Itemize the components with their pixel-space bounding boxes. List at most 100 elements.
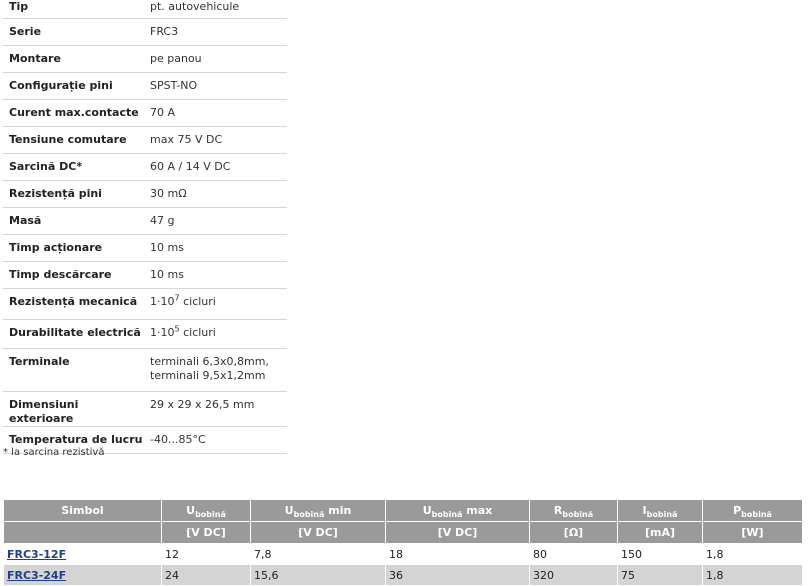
spec-value: SPST-NO (150, 79, 198, 92)
symbol-cell: FRC3-12F (3, 543, 162, 565)
specifications-table: Tip pt. autovehicule Serie FRC3 Montare … (3, 0, 287, 454)
header-label: U (422, 504, 432, 517)
models-units-row: [V DC] [V DC] [V DC] [Ω] [mA] [W] (3, 521, 803, 544)
unit-cell (3, 521, 162, 544)
spec-label: Dimensiuni exterioare (9, 398, 79, 425)
table-cell: 24 (161, 564, 251, 586)
unit-cell: [Ω] (529, 521, 618, 544)
unit-cell: [V DC] (385, 521, 530, 544)
spec-value-base: 1·10 (150, 295, 175, 308)
spec-row-pin-config: Configurație pini SPST-NO (3, 72, 287, 100)
spec-label: Rezistență mecanică (9, 295, 138, 308)
spec-value: pe panou (150, 52, 202, 65)
table-cell: 18 (385, 543, 530, 565)
header-coil-current: Ibobină (617, 499, 703, 522)
spec-label: Timp descărcare (9, 268, 112, 281)
table-cell: 75 (617, 564, 703, 586)
spec-value: -40...85°C (150, 433, 206, 446)
unit-cell: [mA] (617, 521, 703, 544)
spec-label: Sarcină DC* (9, 160, 83, 173)
models-header-row: Simbol Ubobină Ubobină min Ubobină max R… (3, 499, 803, 522)
header-sub: bobină (293, 510, 325, 520)
table-cell: 80 (529, 543, 618, 565)
spec-row-mounting: Montare pe panou (3, 45, 287, 73)
table-row: FRC3-24F 24 15,6 36 320 75 1,8 (3, 564, 803, 586)
header-coil-power: Pbobină (702, 499, 803, 522)
spec-value-line: terminali 9,5x1,2mm (150, 369, 266, 382)
table-cell: 320 (529, 564, 618, 586)
spec-label: Serie (9, 25, 42, 38)
header-label: Simbol (61, 504, 104, 517)
spec-label: Masă (9, 214, 42, 227)
table-cell: 1,8 (702, 564, 803, 586)
spec-label: Durabilitate electrică (9, 326, 141, 339)
spec-row-terminals: Terminale terminali 6,3x0,8mm, terminali … (3, 348, 287, 392)
spec-row-series: Serie FRC3 (3, 18, 287, 46)
header-coil-voltage: Ubobină (161, 499, 251, 522)
spec-row-switching-voltage: Tensiune comutare max 75 V DC (3, 126, 287, 154)
spec-value: 10 ms (150, 241, 184, 254)
header-coil-voltage-max: Ubobină max (385, 499, 530, 522)
spec-value: 29 x 29 x 26,5 mm (150, 398, 255, 411)
spec-value-line: terminali 6,3x0,8mm, (150, 355, 269, 368)
symbol-cell: FRC3-24F (3, 564, 162, 586)
unit-cell: [V DC] (161, 521, 251, 544)
header-sub: bobină (741, 510, 772, 520)
spec-row-electrical-endurance: Durabilitate electrică 1·105 cicluri (3, 319, 287, 349)
spec-value: FRC3 (150, 25, 179, 38)
header-symbol: Simbol (3, 499, 162, 522)
spec-label: Terminale (9, 355, 70, 368)
spec-value-base: 1·10 (150, 326, 175, 339)
spec-value: max 75 V DC (150, 133, 223, 146)
spec-value: 10 ms (150, 268, 184, 281)
header-suffix: max (462, 504, 493, 517)
table-cell: 150 (617, 543, 703, 565)
spec-label: Rezistență pini (9, 187, 102, 200)
spec-label: Tip (9, 0, 29, 13)
header-sub: bobină (562, 510, 594, 520)
spec-value: 60 A / 14 V DC (150, 160, 231, 173)
spec-label: Configurație pini (9, 79, 113, 92)
header-sub: bobină (646, 510, 678, 520)
spec-value: 47 g (150, 214, 175, 227)
header-sub: bobină (195, 510, 226, 520)
models-table: Simbol Ubobină Ubobină min Ubobină max R… (3, 499, 803, 586)
table-cell: 15,6 (250, 564, 386, 586)
spec-label: Timp acționare (9, 241, 103, 254)
spec-row-mechanical-endurance: Rezistență mecanică 1·107 cicluri (3, 288, 287, 320)
footnote: * la sarcina rezistivă (3, 447, 105, 458)
spec-row-dc-load: Sarcină DC* 60 A / 14 V DC (3, 153, 287, 181)
header-suffix: min (324, 504, 352, 517)
table-cell: 7,8 (250, 543, 386, 565)
spec-label: Curent max.contacte (9, 106, 139, 119)
spec-value: 70 A (150, 106, 176, 119)
unit-cell: [W] (702, 521, 803, 544)
spec-row-mass: Masă 47 g (3, 207, 287, 235)
header-label: U (186, 504, 196, 517)
header-label: P (733, 504, 742, 517)
header-sub: bobină (431, 510, 463, 520)
spec-value: 30 mΩ (150, 187, 187, 200)
spec-row-max-current: Curent max.contacte 70 A (3, 99, 287, 127)
table-cell: 12 (161, 543, 251, 565)
table-row: FRC3-12F 12 7,8 18 80 150 1,8 (3, 543, 803, 565)
header-coil-resistance: Rbobină (529, 499, 618, 522)
spec-row-release-time: Timp descărcare 10 ms (3, 261, 287, 289)
spec-value: 1·107 cicluri (150, 289, 287, 309)
spec-row-operate-time: Timp acționare 10 ms (3, 234, 287, 262)
spec-label: Montare (9, 52, 61, 65)
table-cell: 36 (385, 564, 530, 586)
spec-row-pin-resistance: Rezistență pini 30 mΩ (3, 180, 287, 208)
spec-value-unit: cicluri (179, 326, 216, 339)
header-label: U (284, 504, 294, 517)
spec-value-unit: cicluri (179, 295, 216, 308)
table-cell: 1,8 (702, 543, 803, 565)
model-link-frc3-12f[interactable]: FRC3-12F (7, 548, 66, 561)
header-coil-voltage-min: Ubobină min (250, 499, 386, 522)
model-link-frc3-24f[interactable]: FRC3-24F (7, 569, 66, 582)
spec-label: Tensiune comutare (9, 133, 127, 146)
spec-label: Temperatura de lucru (9, 433, 143, 446)
spec-row-type: Tip pt. autovehicule (3, 0, 287, 19)
spec-value: 1·105 cicluri (150, 320, 287, 340)
unit-cell: [V DC] (250, 521, 386, 544)
